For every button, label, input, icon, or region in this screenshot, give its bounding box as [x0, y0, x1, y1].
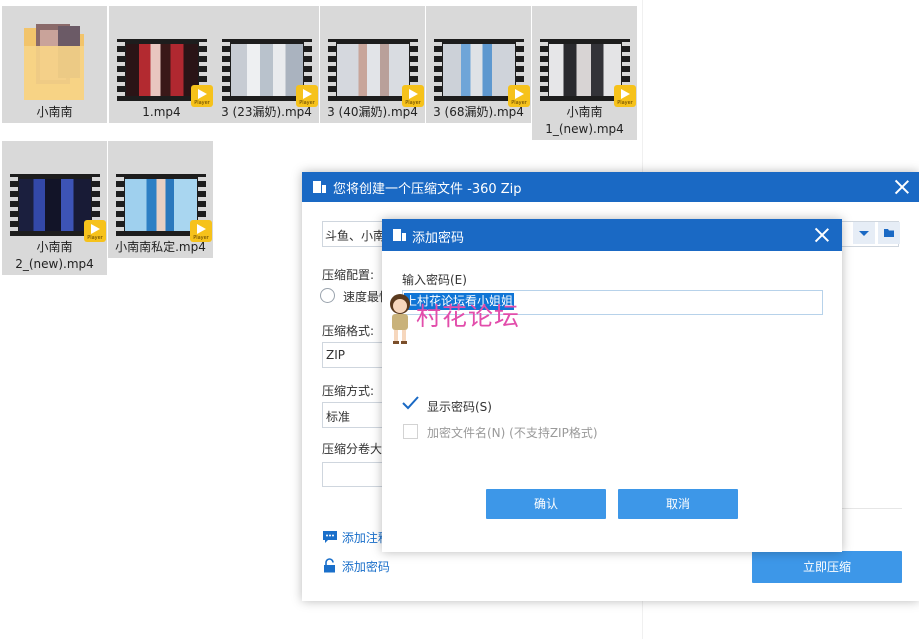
add-password-dialog: 添加密码 输入密码(E) 上村花论坛看小姐姐 显示密码(S) 加密文件名(N) … — [382, 219, 842, 552]
add-comment-link[interactable]: 添加注释 — [322, 529, 390, 546]
method-label: 压缩方式: — [322, 384, 375, 398]
browse-folder-button[interactable] — [878, 222, 900, 244]
path-dropdown-button[interactable] — [853, 222, 875, 244]
show-password-label: 显示密码(S) — [427, 400, 492, 414]
show-password-checkbox[interactable] — [402, 396, 419, 410]
file-name-line2: 2_(new).mp4 — [15, 257, 94, 271]
close-icon[interactable] — [895, 180, 909, 194]
config-radio-fastest[interactable] — [320, 288, 335, 303]
file-item-video[interactable]: Player 小南南 1_(new).mp4 — [532, 6, 637, 140]
video-thumbnail: Player — [116, 174, 212, 242]
add-password-link[interactable]: 添加密码 — [322, 558, 390, 575]
password-input-label: 输入密码(E) — [402, 273, 467, 287]
format-label: 压缩格式: — [322, 324, 375, 338]
encrypt-filenames-checkbox[interactable] — [403, 424, 418, 439]
video-thumbnail: Player — [540, 39, 636, 107]
format-select[interactable]: ZIP — [322, 342, 386, 368]
zip-logo-icon — [393, 228, 407, 242]
checkmark-icon — [402, 396, 419, 410]
video-thumbnail: Player — [10, 174, 106, 242]
zip-dialog-titlebar: 您将创建一个压缩文件 -360 Zip — [302, 172, 919, 202]
comment-icon — [323, 531, 337, 543]
file-name-line1: 小南南 — [36, 240, 73, 254]
file-name: 3 (68漏奶).mp4 — [433, 105, 524, 119]
password-dialog-title: 添加密码 — [412, 231, 465, 246]
zip-logo-icon — [313, 180, 327, 194]
password-dialog-titlebar: 添加密码 — [382, 219, 842, 251]
file-name: 小南南 — [36, 105, 73, 119]
confirm-button[interactable]: 确认 — [486, 489, 606, 519]
lock-icon — [324, 558, 335, 573]
video-thumbnail: Player — [328, 39, 424, 107]
file-name: 3 (40漏奶).mp4 — [327, 105, 418, 119]
file-item-video[interactable]: Player 1.mp4 — [109, 6, 214, 123]
cartoon-girl-icon — [390, 294, 410, 344]
file-item-video[interactable]: Player 3 (68漏奶).mp4 — [426, 6, 531, 123]
compress-now-button[interactable]: 立即压缩 — [752, 551, 902, 583]
file-name-line2: 1_(new).mp4 — [545, 122, 624, 136]
video-thumbnail: Player — [434, 39, 530, 107]
folder-icon — [24, 24, 84, 100]
file-item-folder[interactable]: 小南南 — [2, 6, 107, 123]
close-icon[interactable] — [815, 228, 829, 242]
encrypt-filenames-label: 加密文件名(N) (不支持ZIP格式) — [427, 426, 598, 440]
file-name: 3 (23漏奶).mp4 — [221, 105, 312, 119]
file-item-video[interactable]: Player 3 (23漏奶).mp4 — [214, 6, 319, 123]
folder-open-icon — [884, 229, 894, 237]
file-name-line1: 小南南 — [566, 105, 603, 119]
method-select[interactable]: 标准 — [322, 402, 386, 428]
split-size-input[interactable] — [322, 462, 386, 487]
cancel-button[interactable]: 取消 — [618, 489, 738, 519]
file-item-video[interactable]: Player 小南南 2_(new).mp4 — [2, 141, 107, 275]
config-label: 压缩配置: — [322, 268, 375, 282]
watermark-text: 村花论坛 — [416, 302, 521, 331]
file-name: 小南南私定.mp4 — [115, 240, 206, 254]
file-name: 1.mp4 — [142, 105, 181, 119]
video-thumbnail: Player — [117, 39, 213, 107]
chevron-down-icon — [859, 231, 869, 236]
zip-dialog-title: 您将创建一个压缩文件 -360 Zip — [333, 182, 522, 197]
video-thumbnail: Player — [222, 39, 318, 107]
file-item-video[interactable]: Player 小南南私定.mp4 — [108, 141, 213, 258]
file-item-video[interactable]: Player 3 (40漏奶).mp4 — [320, 6, 425, 123]
